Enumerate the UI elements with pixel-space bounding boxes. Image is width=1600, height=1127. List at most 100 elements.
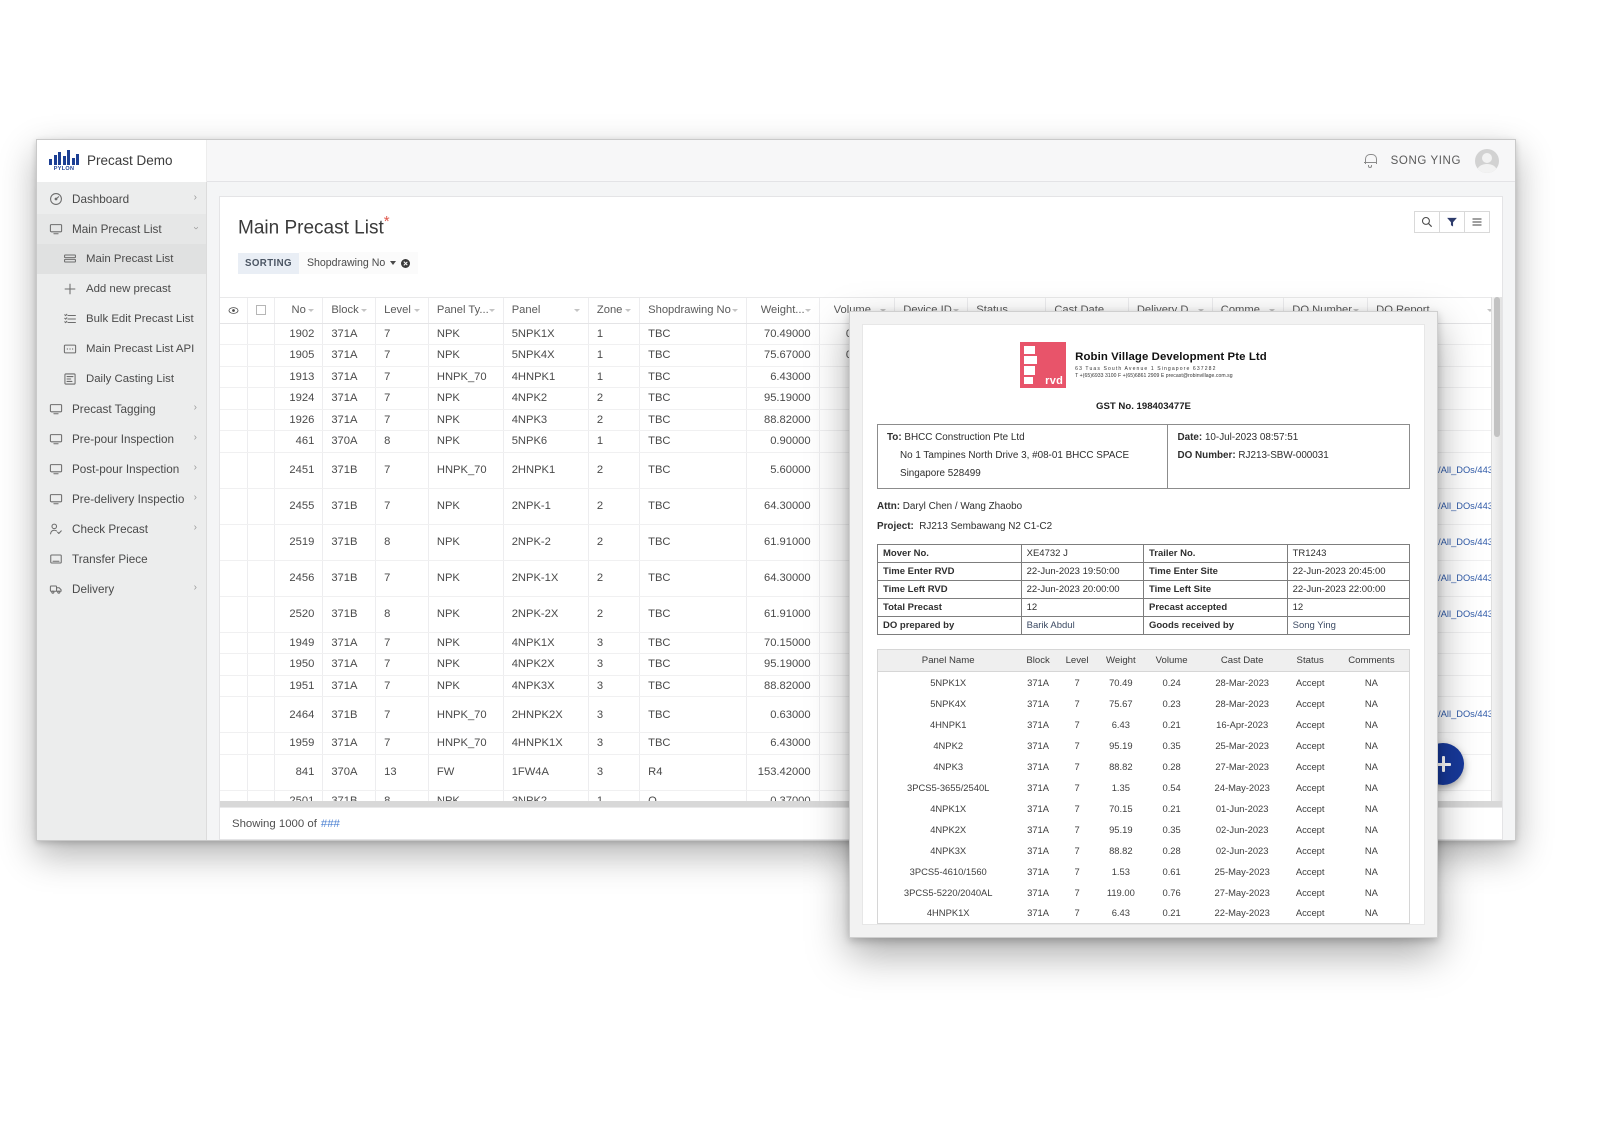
search-icon[interactable] (1414, 211, 1440, 233)
sidebar-item-check-precast[interactable]: Check Precast › (37, 514, 206, 544)
cell-block: 371B (322, 596, 377, 633)
cell-block: 370A (322, 430, 377, 453)
chevron-down-icon[interactable]: › (190, 226, 201, 229)
cell-panel: 5NPK6 (503, 430, 589, 453)
sidebar-item-pre-delivery-inspection[interactable]: Pre-delivery Inspection › (37, 484, 206, 514)
project-label: Project: (877, 521, 914, 532)
sidebar-item-daily-casting-list[interactable]: Daily Casting List (37, 364, 206, 394)
chevron-right-icon[interactable]: › (194, 193, 197, 203)
mover-detail-row: Mover No. XE4732 J Trailer No. TR1243 (877, 544, 1411, 563)
row-select-cell (247, 675, 275, 697)
clear-sort-icon[interactable] (401, 258, 411, 268)
cell-panel-type: HNPK_70 (428, 696, 504, 733)
do-panel-cell-panel-name: 4NPK1X (930, 802, 967, 814)
sorting-value-chip[interactable]: Shopdrawing No (298, 252, 419, 275)
sidebar-item-delivery[interactable]: Delivery › (37, 574, 206, 604)
cell-panel-type: FW (428, 754, 504, 791)
sort-caret-icon[interactable] (308, 308, 315, 312)
do-panel-cell-level: 7 (1074, 697, 1080, 709)
column-header-label: Level (384, 304, 411, 317)
page-title: Main Precast List* (238, 213, 1484, 239)
sort-caret-icon[interactable] (573, 308, 580, 312)
cell-block: 371B (322, 560, 377, 597)
sidebar-item-main-precast-list[interactable]: Main Precast List › (37, 214, 206, 244)
column-header-label: Block (331, 304, 359, 317)
avatar[interactable] (1475, 148, 1499, 173)
cell-panel-type: NPK (428, 524, 504, 561)
sidebar-item-precast-tagging[interactable]: Precast Tagging › (37, 394, 206, 424)
sidebar-item-label: Main Precast List (86, 253, 174, 265)
chevron-right-icon[interactable]: › (194, 403, 197, 413)
menu-icon[interactable] (1464, 211, 1490, 233)
column-header-zone[interactable]: Zone (588, 298, 641, 324)
sidebar-item-main-precast-list[interactable]: Main Precast List (37, 244, 206, 274)
chevron-down-icon[interactable] (390, 261, 397, 266)
do-panel-cell-level: 7 (1074, 676, 1080, 688)
cell-weight: 5.60000 (746, 452, 820, 489)
cell-panel: 4NPK1X (503, 632, 589, 654)
chevron-right-icon[interactable]: › (194, 523, 197, 533)
do-panel-cell-panel-name: 5NPK4X (930, 697, 967, 709)
chevron-right-icon[interactable]: › (194, 433, 197, 443)
sidebar-item-add-new-precast[interactable]: Add new precast (37, 274, 206, 304)
chevron-right-icon[interactable]: › (194, 583, 197, 593)
cell-shopdrawing-no: TBC (639, 409, 747, 431)
do-panel-cell-block: 371A (1027, 760, 1050, 772)
project-line: Project: RJ213 Sembawang N2 C1-C2 (877, 521, 1410, 532)
sidebar-item-bulk-edit-precast-list[interactable]: Bulk Edit Precast List (37, 304, 206, 334)
sort-caret-icon[interactable] (625, 308, 632, 312)
sidebar-item-pre-pour-inspection[interactable]: Pre-pour Inspection › (37, 424, 206, 454)
mover-key: Goods received by (1142, 616, 1288, 635)
sidebar-item-dashboard[interactable]: Dashboard › (37, 184, 206, 214)
column-header-shopdrawing-no[interactable]: Shopdrawing No (639, 298, 747, 324)
column-header-level[interactable]: Level (375, 298, 429, 324)
do-panel-cell-cast-date: 24-May-2023 (1214, 781, 1270, 793)
showing-count[interactable]: ### (321, 818, 340, 830)
chevron-right-icon[interactable]: › (194, 493, 197, 503)
column-header-panel-ty[interactable]: Panel Ty... (428, 298, 504, 324)
sidebar-item-transfer-piece[interactable]: Transfer Piece (37, 544, 206, 574)
do-panel-cell-cast-date: 22-May-2023 (1214, 907, 1270, 919)
row-eye-cell (220, 409, 248, 431)
table-vertical-scrollbar[interactable] (1491, 297, 1502, 801)
brand-logo[interactable]: PYLON Precast Demo (37, 140, 207, 182)
sidebar-item-main-precast-list-api[interactable]: Main Precast List API (37, 334, 206, 364)
cell-panel-type: NPK (428, 387, 504, 410)
do-panel-cell-cast-date: 27-Mar-2023 (1215, 760, 1270, 772)
column-header-weight[interactable]: Weight... (746, 298, 820, 324)
cell-no: 1949 (274, 632, 324, 654)
date-value: 10-Jul-2023 08:57:51 (1204, 432, 1299, 443)
col-select-all[interactable] (247, 298, 275, 324)
sort-caret-icon[interactable] (804, 308, 811, 312)
col-eye[interactable] (220, 298, 248, 324)
column-header-block[interactable]: Block (322, 298, 377, 324)
mover-value: Song Ying (1286, 616, 1411, 635)
sort-caret-icon[interactable] (488, 308, 495, 312)
sort-caret-icon[interactable] (731, 308, 738, 312)
notification-bell-icon[interactable] (1363, 153, 1377, 169)
sidebar-item-post-pour-inspection[interactable]: Post-pour Inspection › (37, 454, 206, 484)
sidebar-item-label: Check Precast (72, 522, 148, 536)
mover-details-table: Mover No. XE4732 J Trailer No. TR1243 Time E… (877, 544, 1411, 635)
transfer-icon (49, 552, 63, 566)
do-panel-cell-status: Accept (1295, 718, 1325, 730)
column-header-panel[interactable]: Panel (503, 298, 589, 324)
sort-caret-icon[interactable] (413, 308, 420, 312)
user-check-icon (49, 522, 63, 536)
sort-caret-icon[interactable] (361, 308, 368, 312)
scrollbar-thumb[interactable] (1494, 297, 1500, 437)
cell-panel: 1FW4A (503, 754, 589, 791)
chevron-right-icon[interactable]: › (194, 463, 197, 473)
do-panel-row: 4HNPK1X 371A 7 6.43 0.21 22-May-2023 Accept NA (878, 903, 1410, 924)
row-select-cell (247, 596, 275, 633)
cell-no: 2520 (274, 596, 324, 633)
do-panel-cell-block: 371A (1027, 907, 1050, 919)
column-header-no[interactable]: No (274, 298, 324, 324)
cell-block: 371A (322, 653, 377, 676)
row-eye-cell (220, 732, 248, 755)
cell-zone: 1 (588, 323, 641, 345)
cell-shopdrawing-no: TBC (639, 653, 747, 676)
filter-icon[interactable] (1439, 211, 1465, 233)
do-panel-cell-weight: 6.43 (1111, 907, 1130, 919)
cell-no: 1902 (274, 323, 324, 345)
